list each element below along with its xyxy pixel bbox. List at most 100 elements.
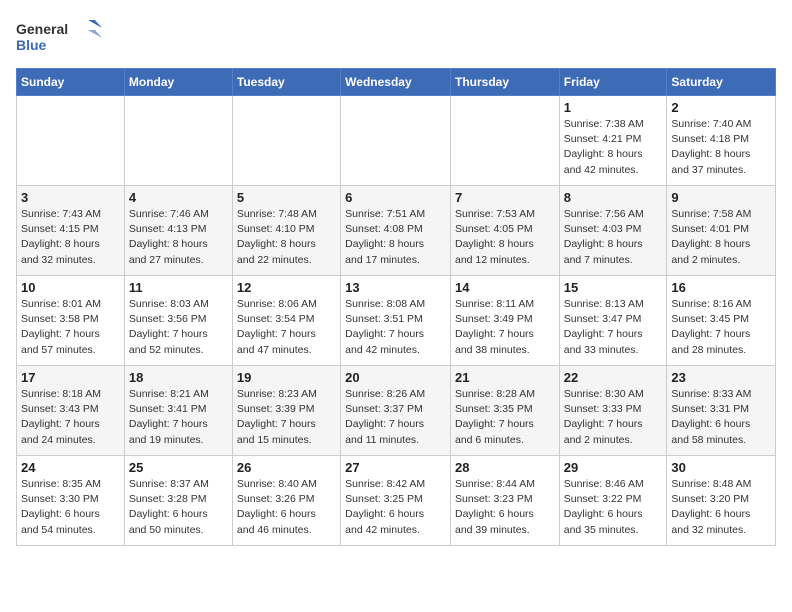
day-number: 7	[455, 190, 555, 205]
day-cell: 12 Sunrise: 8:06 AM Sunset: 3:54 PM Dayli…	[232, 276, 340, 366]
day-info: Sunrise: 8:42 AM Sunset: 3:25 PM Dayligh…	[345, 477, 446, 538]
day-number: 3	[21, 190, 120, 205]
day-cell	[341, 96, 451, 186]
header-thursday: Thursday	[450, 69, 559, 96]
logo: General Blue	[16, 16, 106, 60]
day-cell	[124, 96, 232, 186]
day-number: 11	[129, 280, 228, 295]
day-info: Sunrise: 7:43 AM Sunset: 4:15 PM Dayligh…	[21, 207, 120, 268]
day-info: Sunrise: 8:30 AM Sunset: 3:33 PM Dayligh…	[564, 387, 663, 448]
day-number: 27	[345, 460, 446, 475]
day-info: Sunrise: 8:44 AM Sunset: 3:23 PM Dayligh…	[455, 477, 555, 538]
day-cell: 18Sunrise: 8:21 AM Sunset: 3:41 PM Dayli…	[124, 366, 232, 456]
day-cell: 25 Sunrise: 8:37 AM Sunset: 3:28 PM Dayli…	[124, 456, 232, 546]
day-info: Sunrise: 8:37 AM Sunset: 3:28 PM Dayligh…	[129, 477, 228, 538]
day-info: Sunrise: 7:53 AM Sunset: 4:05 PM Dayligh…	[455, 207, 555, 268]
day-number: 24	[21, 460, 120, 475]
day-info: Sunrise: 8:18 AM Sunset: 3:43 PM Dayligh…	[21, 387, 120, 448]
header-wednesday: Wednesday	[341, 69, 451, 96]
day-number: 28	[455, 460, 555, 475]
day-number: 21	[455, 370, 555, 385]
week-row-3: 10 Sunrise: 8:01 AM Sunset: 3:58 PM Dayli…	[17, 276, 776, 366]
day-cell: 1Sunrise: 7:38 AM Sunset: 4:21 PM Daylig…	[559, 96, 667, 186]
day-number: 12	[237, 280, 336, 295]
svg-text:Blue: Blue	[16, 37, 47, 53]
day-cell: 29 Sunrise: 8:46 AM Sunset: 3:22 PM Dayli…	[559, 456, 667, 546]
day-cell: 22 Sunrise: 8:30 AM Sunset: 3:33 PM Dayli…	[559, 366, 667, 456]
day-info: Sunrise: 8:35 AM Sunset: 3:30 PM Dayligh…	[21, 477, 120, 538]
day-info: Sunrise: 8:48 AM Sunset: 3:20 PM Dayligh…	[671, 477, 771, 538]
header-friday: Friday	[559, 69, 667, 96]
day-cell: 9Sunrise: 7:58 AM Sunset: 4:01 PM Daylig…	[667, 186, 776, 276]
day-info: Sunrise: 8:40 AM Sunset: 3:26 PM Dayligh…	[237, 477, 336, 538]
day-cell: 4 Sunrise: 7:46 AM Sunset: 4:13 PM Daylig…	[124, 186, 232, 276]
day-cell: 20 Sunrise: 8:26 AM Sunset: 3:37 PM Dayli…	[341, 366, 451, 456]
page-header: General Blue	[16, 16, 776, 60]
day-cell: 19 Sunrise: 8:23 AM Sunset: 3:39 PM Dayli…	[232, 366, 340, 456]
day-cell: 28 Sunrise: 8:44 AM Sunset: 3:23 PM Dayli…	[450, 456, 559, 546]
day-info: Sunrise: 8:06 AM Sunset: 3:54 PM Dayligh…	[237, 297, 336, 358]
day-number: 5	[237, 190, 336, 205]
day-number: 25	[129, 460, 228, 475]
day-number: 8	[564, 190, 663, 205]
day-info: Sunrise: 8:26 AM Sunset: 3:37 PM Dayligh…	[345, 387, 446, 448]
day-info: Sunrise: 8:03 AM Sunset: 3:56 PM Dayligh…	[129, 297, 228, 358]
day-cell: 27 Sunrise: 8:42 AM Sunset: 3:25 PM Dayli…	[341, 456, 451, 546]
day-cell: 16Sunrise: 8:16 AM Sunset: 3:45 PM Dayli…	[667, 276, 776, 366]
day-number: 4	[129, 190, 228, 205]
day-cell: 26 Sunrise: 8:40 AM Sunset: 3:26 PM Dayli…	[232, 456, 340, 546]
day-cell: 10 Sunrise: 8:01 AM Sunset: 3:58 PM Dayli…	[17, 276, 125, 366]
day-number: 13	[345, 280, 446, 295]
day-number: 10	[21, 280, 120, 295]
day-info: Sunrise: 8:46 AM Sunset: 3:22 PM Dayligh…	[564, 477, 663, 538]
day-cell: 30 Sunrise: 8:48 AM Sunset: 3:20 PM Dayli…	[667, 456, 776, 546]
day-number: 22	[564, 370, 663, 385]
day-number: 29	[564, 460, 663, 475]
day-number: 20	[345, 370, 446, 385]
day-number: 19	[237, 370, 336, 385]
day-cell	[232, 96, 340, 186]
day-number: 30	[671, 460, 771, 475]
day-info: Sunrise: 8:28 AM Sunset: 3:35 PM Dayligh…	[455, 387, 555, 448]
day-info: Sunrise: 7:58 AM Sunset: 4:01 PM Dayligh…	[671, 207, 771, 268]
day-cell	[450, 96, 559, 186]
day-info: Sunrise: 7:40 AM Sunset: 4:18 PM Dayligh…	[671, 117, 771, 178]
day-cell: 23 Sunrise: 8:33 AM Sunset: 3:31 PM Dayli…	[667, 366, 776, 456]
day-info: Sunrise: 8:16 AM Sunset: 3:45 PM Dayligh…	[671, 297, 771, 358]
day-info: Sunrise: 8:08 AM Sunset: 3:51 PM Dayligh…	[345, 297, 446, 358]
header-saturday: Saturday	[667, 69, 776, 96]
day-number: 26	[237, 460, 336, 475]
day-number: 23	[671, 370, 771, 385]
day-cell: 5Sunrise: 7:48 AM Sunset: 4:10 PM Daylig…	[232, 186, 340, 276]
logo-svg: General Blue	[16, 16, 106, 60]
day-cell: 17Sunrise: 8:18 AM Sunset: 3:43 PM Dayli…	[17, 366, 125, 456]
day-info: Sunrise: 8:33 AM Sunset: 3:31 PM Dayligh…	[671, 387, 771, 448]
week-row-2: 3 Sunrise: 7:43 AM Sunset: 4:15 PM Daylig…	[17, 186, 776, 276]
day-info: Sunrise: 8:01 AM Sunset: 3:58 PM Dayligh…	[21, 297, 120, 358]
day-cell: 11 Sunrise: 8:03 AM Sunset: 3:56 PM Dayli…	[124, 276, 232, 366]
day-info: Sunrise: 7:56 AM Sunset: 4:03 PM Dayligh…	[564, 207, 663, 268]
day-cell: 14 Sunrise: 8:11 AM Sunset: 3:49 PM Dayli…	[450, 276, 559, 366]
calendar-table: SundayMondayTuesdayWednesdayThursdayFrid…	[16, 68, 776, 546]
day-info: Sunrise: 8:23 AM Sunset: 3:39 PM Dayligh…	[237, 387, 336, 448]
day-cell: 21 Sunrise: 8:28 AM Sunset: 3:35 PM Dayli…	[450, 366, 559, 456]
day-number: 14	[455, 280, 555, 295]
day-cell: 2 Sunrise: 7:40 AM Sunset: 4:18 PM Daylig…	[667, 96, 776, 186]
day-cell	[17, 96, 125, 186]
day-cell: 3 Sunrise: 7:43 AM Sunset: 4:15 PM Daylig…	[17, 186, 125, 276]
header-sunday: Sunday	[17, 69, 125, 96]
week-row-5: 24 Sunrise: 8:35 AM Sunset: 3:30 PM Dayli…	[17, 456, 776, 546]
day-info: Sunrise: 8:11 AM Sunset: 3:49 PM Dayligh…	[455, 297, 555, 358]
day-number: 15	[564, 280, 663, 295]
day-cell: 13 Sunrise: 8:08 AM Sunset: 3:51 PM Dayli…	[341, 276, 451, 366]
week-row-1: 1Sunrise: 7:38 AM Sunset: 4:21 PM Daylig…	[17, 96, 776, 186]
header-monday: Monday	[124, 69, 232, 96]
week-row-4: 17Sunrise: 8:18 AM Sunset: 3:43 PM Dayli…	[17, 366, 776, 456]
day-info: Sunrise: 7:46 AM Sunset: 4:13 PM Dayligh…	[129, 207, 228, 268]
header-tuesday: Tuesday	[232, 69, 340, 96]
day-cell: 8 Sunrise: 7:56 AM Sunset: 4:03 PM Daylig…	[559, 186, 667, 276]
day-number: 2	[671, 100, 771, 115]
day-number: 1	[564, 100, 663, 115]
day-number: 6	[345, 190, 446, 205]
day-cell: 24 Sunrise: 8:35 AM Sunset: 3:30 PM Dayli…	[17, 456, 125, 546]
